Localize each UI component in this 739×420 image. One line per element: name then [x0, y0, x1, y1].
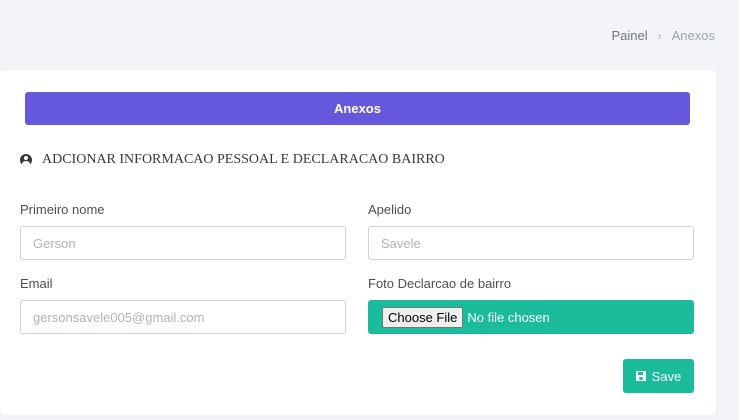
breadcrumb-item-anexos: Anexos: [671, 28, 715, 43]
save-button[interactable]: Save: [623, 359, 694, 393]
file-status-text: No file chosen: [467, 309, 550, 325]
first-name-input[interactable]: [20, 226, 346, 260]
email-input[interactable]: [20, 300, 346, 334]
user-circle-icon: [20, 154, 32, 166]
surname-label: Apelido: [368, 202, 412, 217]
breadcrumb-separator-icon: ›: [657, 28, 662, 43]
floppy-disk-icon: [635, 371, 646, 381]
file-upload-field[interactable]: Choose File No file chosen: [368, 300, 694, 334]
section-title: ADCIONAR INFORMACAO PESSOAL E DECLARACAO…: [20, 152, 445, 168]
form-card: Anexos ADCIONAR INFORMACAO PESSOAL E DEC…: [0, 70, 716, 415]
card-header-title: Anexos: [334, 101, 381, 116]
breadcrumb: Painel › Anexos: [611, 28, 715, 43]
save-button-label: Save: [651, 368, 682, 384]
email-label: Email: [20, 276, 53, 291]
section-title-text: ADCIONAR INFORMACAO PESSOAL E DECLARACAO…: [42, 152, 445, 167]
photo-label: Foto Declarcao de bairro: [368, 276, 512, 291]
first-name-label: Primeiro nome: [20, 202, 105, 217]
breadcrumb-item-painel[interactable]: Painel: [611, 28, 647, 43]
choose-file-button[interactable]: Choose File: [382, 306, 464, 328]
card-header-bar: Anexos: [25, 92, 690, 125]
surname-input[interactable]: [368, 226, 694, 260]
